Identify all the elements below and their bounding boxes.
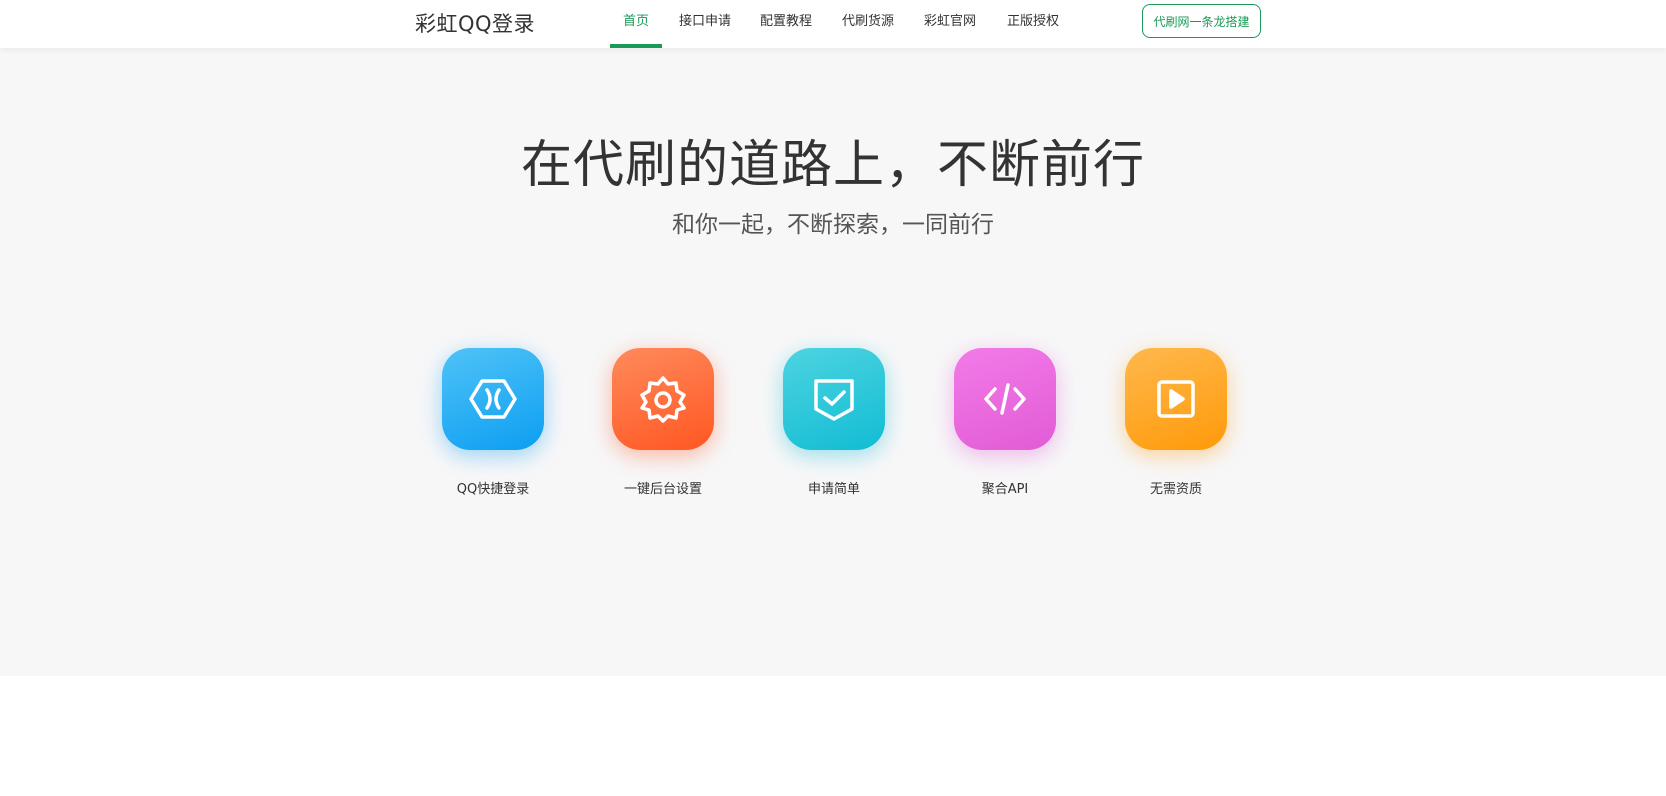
gear-icon bbox=[612, 348, 714, 450]
nav-item-label: 代刷货源 bbox=[841, 14, 894, 29]
nav-item-label: 彩虹官网 bbox=[923, 14, 976, 29]
active-nav-indicator bbox=[610, 44, 662, 48]
hexagon-x-icon bbox=[442, 348, 544, 450]
nav-item-label: 接口申请 bbox=[678, 14, 731, 29]
brand-title[interactable]: 彩虹QQ登录 bbox=[415, 0, 535, 48]
feature-label: 聚合API bbox=[981, 482, 1029, 497]
feature-label: 申请简单 bbox=[807, 482, 860, 497]
hero-title: 在代刷的道路上，不断前行 bbox=[520, 136, 1145, 195]
nav-item-supply[interactable]: 代刷货源 bbox=[838, 0, 898, 48]
feature-label: 一键后台设置 bbox=[623, 482, 702, 497]
nav-item-api-apply[interactable]: 接口申请 bbox=[675, 0, 735, 48]
nav-item-label: 正版授权 bbox=[1006, 14, 1059, 29]
feature-label: QQ快捷登录 bbox=[456, 482, 530, 497]
feature-label: 无需资质 bbox=[1149, 482, 1202, 497]
top-navbar: 彩虹QQ登录 首页 接口申请 配置教程 代刷货源 彩虹官网 正版授权 代刷网一条… bbox=[0, 0, 1666, 48]
nav-item-home[interactable]: 首页 bbox=[610, 0, 662, 48]
hero-subtitle: 和你一起，不断探索，一同前行 bbox=[672, 212, 994, 238]
nav-item-license[interactable]: 正版授权 bbox=[1003, 0, 1063, 48]
code-icon bbox=[954, 348, 1056, 450]
play-icon bbox=[1125, 348, 1227, 450]
nav-item-official-site[interactable]: 彩虹官网 bbox=[920, 0, 980, 48]
nav-item-label: 首页 bbox=[622, 14, 649, 29]
hero-section: 在代刷的道路上，不断前行 和你一起，不断探索，一同前行 QQ快捷登录 一键后台设… bbox=[0, 48, 1666, 676]
build-site-button[interactable]: 代刷网一条龙搭建 bbox=[1142, 4, 1261, 38]
check-shield-icon bbox=[783, 348, 885, 450]
nav-item-label: 配置教程 bbox=[759, 14, 812, 29]
nav-item-config-tutorial[interactable]: 配置教程 bbox=[756, 0, 816, 48]
